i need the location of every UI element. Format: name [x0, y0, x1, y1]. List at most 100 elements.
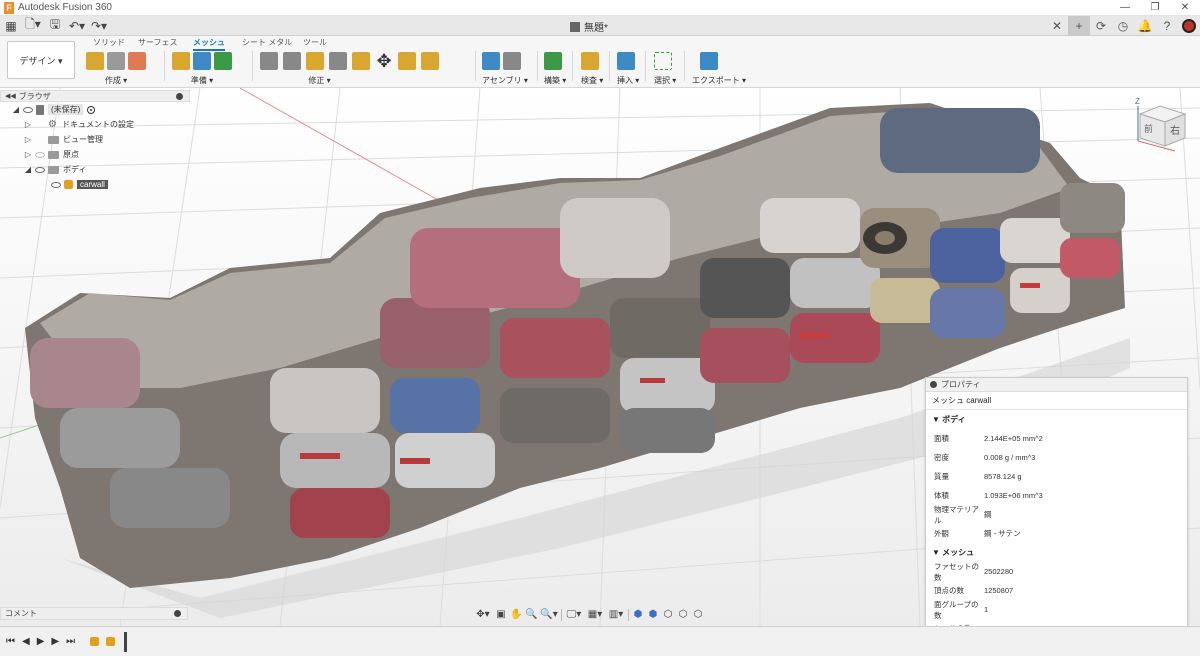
expand-down-icon[interactable]: ◢ — [12, 105, 20, 114]
repair-icon[interactable] — [172, 52, 190, 70]
tab-surface[interactable]: サーフェス — [138, 37, 178, 48]
remesh-icon[interactable] — [306, 52, 324, 70]
expand-down-icon[interactable]: ◢ — [24, 165, 32, 174]
hidden-eye-icon[interactable] — [35, 151, 45, 158]
expand-right-icon[interactable]: ▷ — [24, 150, 32, 159]
create-menu[interactable]: 作成 ▾ — [86, 75, 146, 86]
user-avatar[interactable] — [1178, 16, 1200, 36]
close-button[interactable]: ✕ — [1170, 0, 1200, 16]
extensions-icon[interactable]: ⟳ — [1090, 16, 1112, 36]
browser-header[interactable]: ◀◀ ブラウザ — [0, 90, 190, 102]
move-icon[interactable]: ✥ — [375, 52, 393, 70]
hidden-edges-icon[interactable]: ⬡ — [662, 609, 674, 621]
insert-group[interactable]: 挿入 ▾ — [617, 49, 639, 85]
scale-icon[interactable] — [398, 52, 416, 70]
assemble-menu[interactable]: アセンブリ ▾ — [482, 75, 528, 86]
create-face-group-icon[interactable] — [128, 52, 146, 70]
tree-item-origin[interactable]: ▷ 原点 — [0, 147, 190, 162]
tree-item-document-settings[interactable]: ▷ ⚙ ドキュメントの設定 — [0, 117, 190, 132]
create-mesh-icon[interactable] — [86, 52, 104, 70]
joint-icon[interactable] — [503, 52, 521, 70]
section-body-header[interactable]: ▼ ボディ — [926, 410, 1187, 429]
save-icon[interactable]: 🖫 — [44, 16, 66, 36]
job-status-icon[interactable]: ◷ — [1112, 16, 1134, 36]
insert-menu[interactable]: 挿入 ▾ — [617, 75, 639, 86]
section-mesh-header[interactable]: ▼ メッシュ — [926, 543, 1187, 562]
shell-icon[interactable] — [352, 52, 370, 70]
shaded-icon[interactable]: ⬢ — [632, 609, 644, 621]
step-back-icon[interactable]: ◀ — [22, 636, 30, 647]
export-menu[interactable]: エクスポート ▾ — [692, 75, 746, 86]
generate-face-groups-icon[interactable] — [193, 52, 211, 70]
collapse-arrows-icon[interactable]: ◀◀ — [5, 92, 16, 100]
create-group[interactable]: 作成 ▾ — [86, 49, 146, 85]
help-icon[interactable]: ? — [1156, 16, 1178, 36]
tree-item-carwall[interactable]: carwall — [0, 177, 190, 192]
step-forward-icon[interactable]: ▶ — [51, 636, 59, 647]
notifications-icon[interactable]: 🔔 — [1134, 16, 1156, 36]
minimize-button[interactable]: — — [1110, 0, 1140, 16]
activate-radio-icon[interactable] — [87, 105, 96, 114]
select-window-icon[interactable] — [654, 52, 672, 70]
construct-group[interactable]: 構築 ▾ — [544, 49, 566, 85]
visibility-eye-icon[interactable] — [35, 166, 45, 173]
timeline-marker-handle[interactable] — [124, 631, 128, 652]
tree-item-bodies[interactable]: ◢ ボディ — [0, 162, 190, 177]
tree-item-root[interactable]: ◢ (未保存) — [0, 102, 190, 117]
comments-panel[interactable]: コメント — [0, 607, 188, 620]
modify-group[interactable]: ✥ 修正 ▾ — [260, 49, 439, 85]
viewport-layout-icon[interactable]: ▥▾ — [607, 609, 625, 621]
assemble-group[interactable]: アセンブリ ▾ — [482, 49, 528, 85]
tab-solid[interactable]: ソリッド — [93, 37, 125, 48]
wireframe-icon[interactable]: ⬡ — [677, 609, 689, 621]
file-menu-icon[interactable]: 🗋▾ — [22, 16, 44, 36]
grid-settings-icon[interactable]: ▦▾ — [586, 609, 604, 621]
smooth-icon[interactable] — [421, 52, 439, 70]
select-group[interactable]: 選択 ▾ — [654, 49, 676, 85]
orbit-icon[interactable]: ✥▾ — [474, 609, 492, 621]
new-tab-icon[interactable]: + — [1068, 16, 1090, 36]
expand-right-icon[interactable]: ▷ — [24, 135, 32, 144]
redo-icon[interactable]: ↷▾ — [88, 16, 110, 36]
document-tab[interactable]: 無題* — [570, 19, 608, 34]
timeline-feature-icon[interactable] — [90, 637, 100, 646]
inspect-menu[interactable]: 検査 ▾ — [581, 75, 603, 86]
shaded-edges-icon[interactable]: ⬢ — [647, 609, 659, 621]
tab-tools[interactable]: ツール — [303, 37, 327, 48]
modify-menu[interactable]: 修正 ▾ — [200, 75, 439, 86]
expand-right-icon[interactable]: ▷ — [24, 120, 32, 129]
zoom-icon[interactable]: 🔍 — [525, 609, 537, 621]
tree-item-named-views[interactable]: ▷ ビュー管理 — [0, 132, 190, 147]
separate-icon[interactable] — [283, 52, 301, 70]
data-panel-grid-icon[interactable]: ▦ — [0, 16, 22, 36]
workspace-switcher[interactable]: デザイン ▾ — [7, 41, 75, 79]
undo-icon[interactable]: ↶▾ — [66, 16, 88, 36]
tab-sheet-metal[interactable]: シート メタル — [242, 37, 292, 48]
visibility-eye-icon[interactable] — [23, 106, 33, 113]
insert-mesh-icon[interactable] — [107, 52, 125, 70]
offset-plane-icon[interactable] — [544, 52, 562, 70]
right-face-label[interactable]: 右 — [1170, 124, 1180, 137]
browser-pin-icon[interactable] — [176, 93, 183, 100]
pan-icon[interactable]: ✋ — [510, 609, 522, 621]
go-to-end-icon[interactable]: ⏭ — [66, 636, 75, 647]
export-icon[interactable] — [700, 52, 718, 70]
restore-button[interactable]: ❐ — [1140, 0, 1170, 16]
visible-edges-icon[interactable]: ⬡ — [692, 609, 704, 621]
plane-cut-icon[interactable] — [260, 52, 278, 70]
select-menu[interactable]: 選択 ▾ — [654, 75, 676, 86]
export-group[interactable]: エクスポート ▾ — [692, 49, 746, 85]
close-tab-icon[interactable]: ✕ — [1046, 16, 1068, 36]
view-cube[interactable]: Z 前 右 — [1130, 96, 1190, 156]
properties-header[interactable]: プロパティ — [926, 378, 1187, 392]
look-at-icon[interactable]: ▣ — [495, 609, 507, 621]
timeline-feature-icon[interactable] — [106, 637, 116, 646]
panel-pin-icon[interactable] — [930, 381, 937, 388]
combine-face-groups-icon[interactable] — [214, 52, 232, 70]
fit-icon[interactable]: 🔍▾ — [540, 609, 558, 621]
visibility-eye-icon[interactable] — [51, 181, 61, 188]
display-settings-icon[interactable]: 🖵▾ — [565, 609, 583, 621]
go-to-start-icon[interactable]: ⏮ — [6, 636, 15, 647]
construct-menu[interactable]: 構築 ▾ — [544, 75, 566, 86]
insert-image-icon[interactable] — [617, 52, 635, 70]
